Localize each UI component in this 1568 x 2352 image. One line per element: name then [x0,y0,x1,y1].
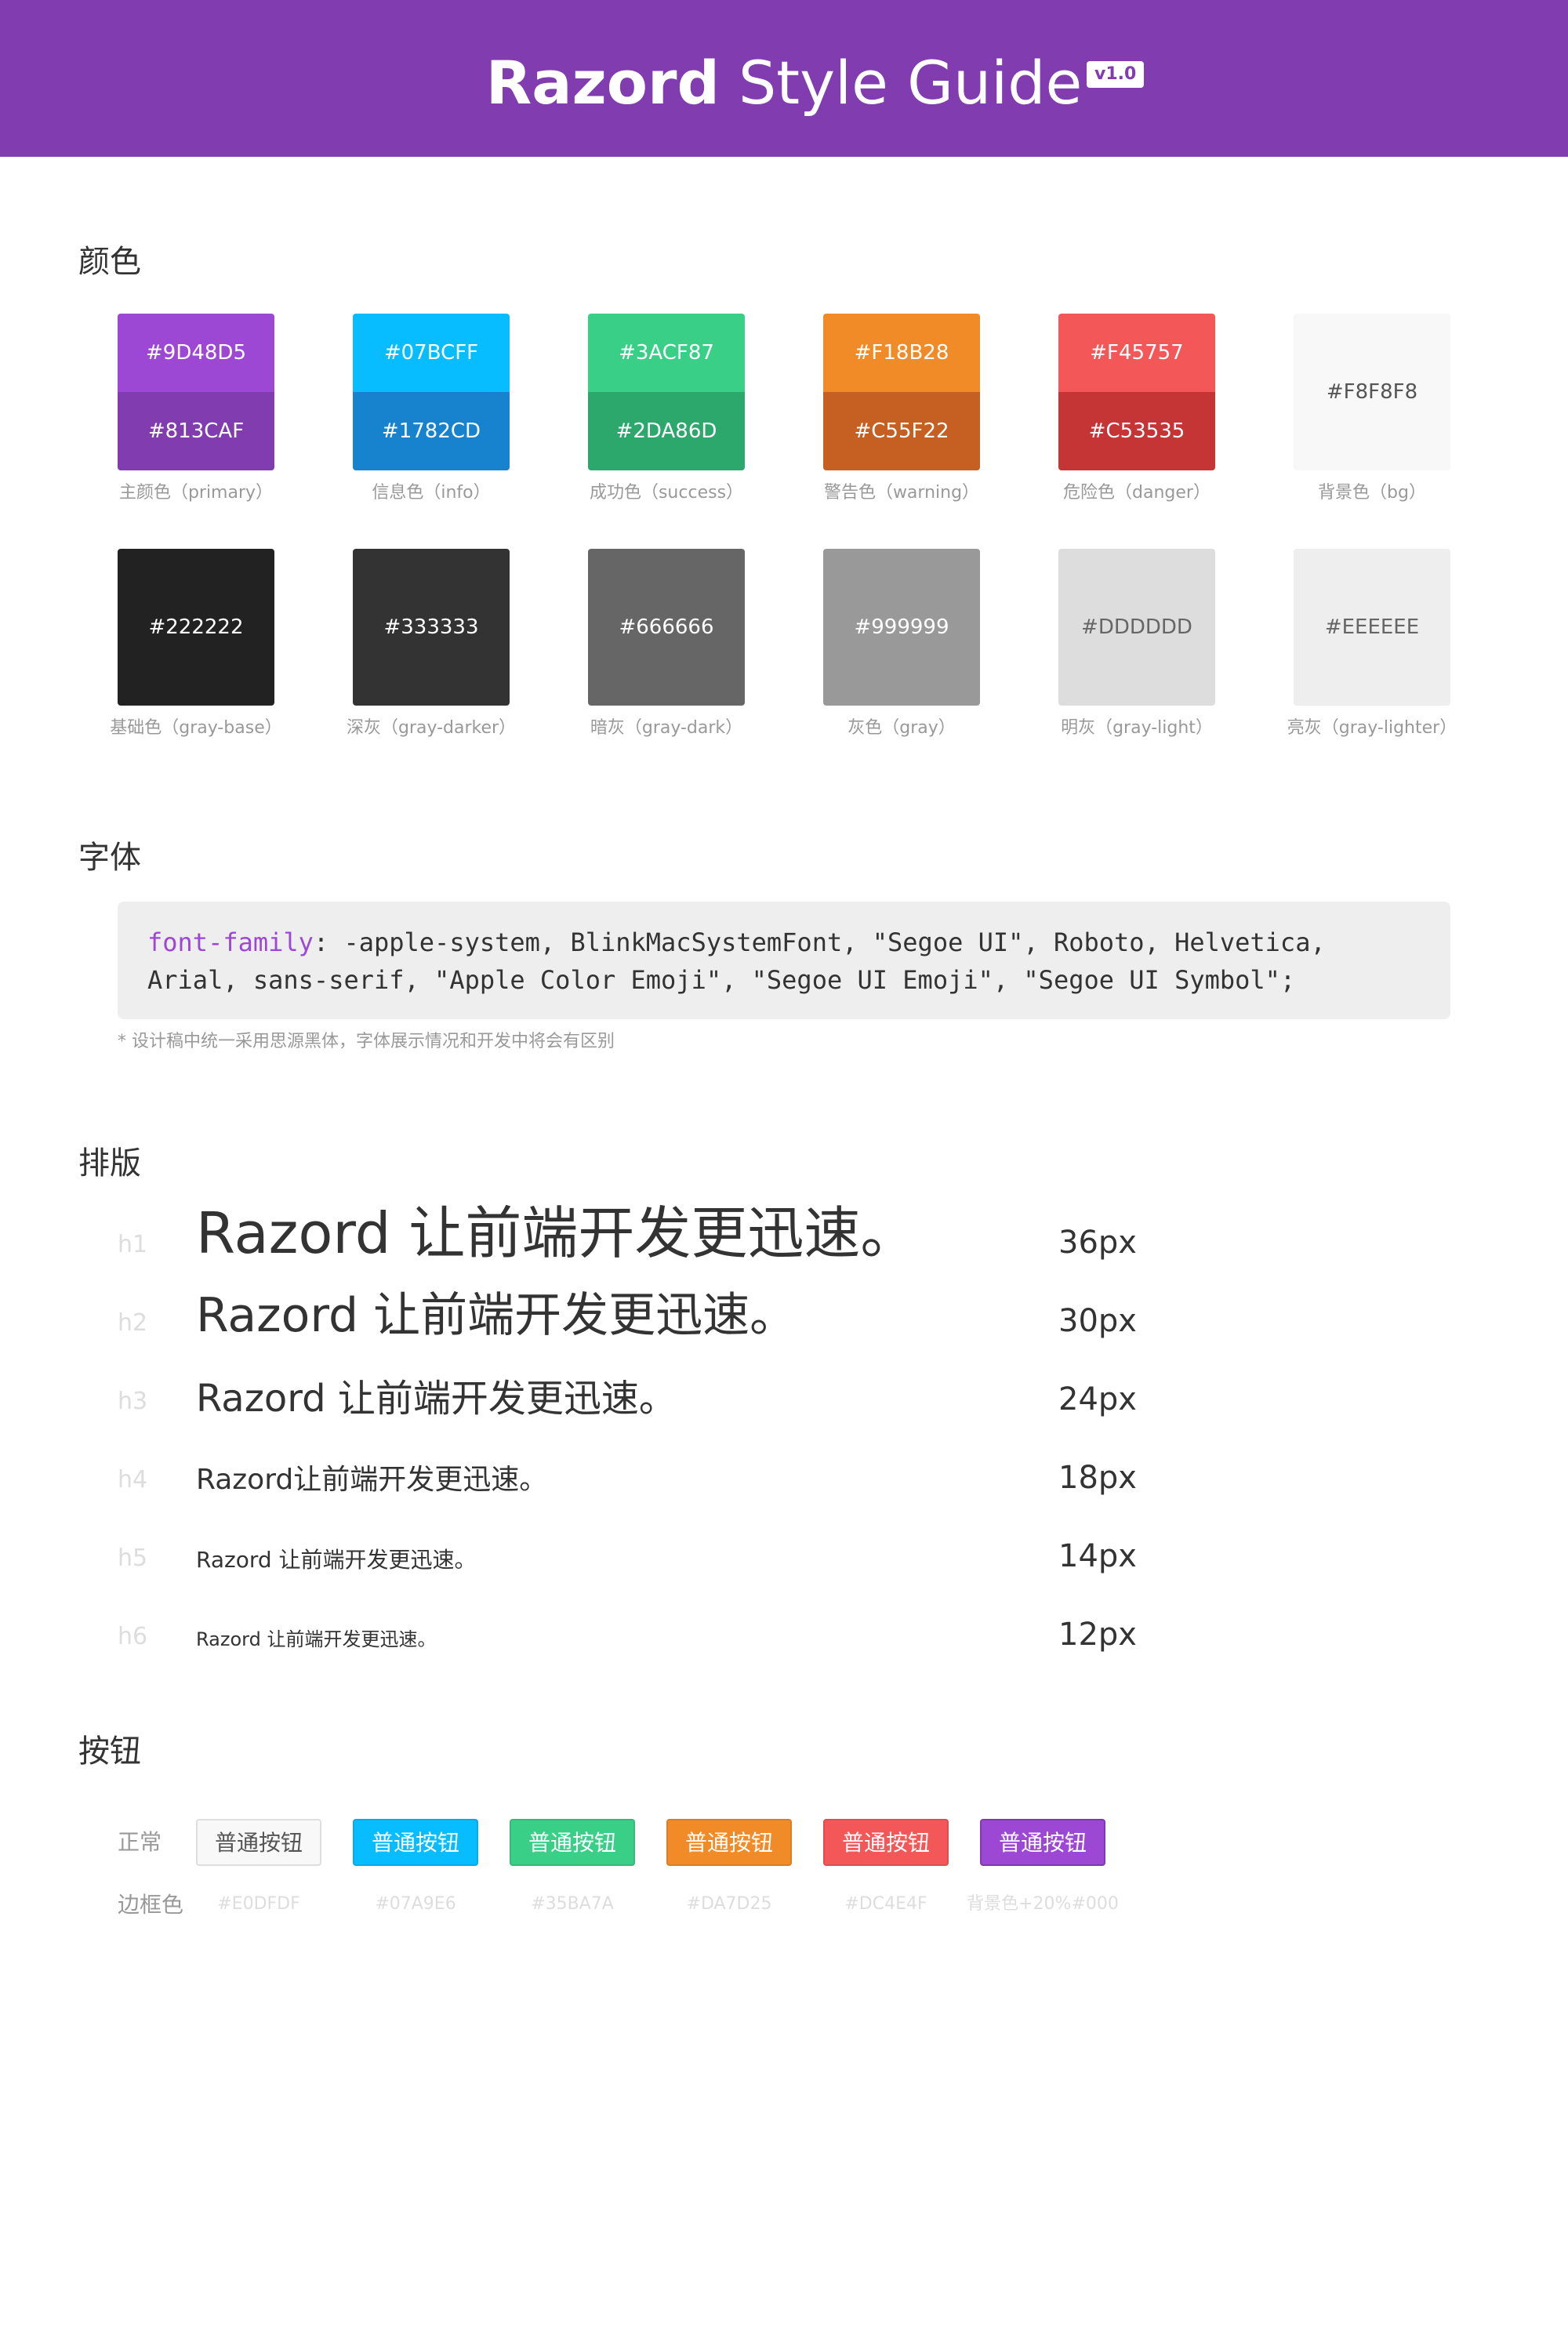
border-row-label: 边框色 [118,1892,184,1918]
warning-button[interactable]: 普通按钮 [666,1819,792,1866]
swatch-caption: 灰色（gray） [848,718,956,738]
swatch-danger: #F45757 #C53535 [1058,314,1215,470]
header-bar: Razord Style Guide v1.0 [0,0,1568,157]
type-size-h2: 30px [1058,1303,1137,1339]
code-line-2: Arial, sans-serif, "Apple Color Emoji", … [147,965,1296,995]
type-sample-h4: Razord让前端开发更迅速。 [196,1464,548,1496]
code-line-1: font-family: -apple-system, BlinkMacSyst… [147,924,1419,961]
typography-section-title: 排版 [78,1145,141,1181]
code-line-1-rest: : -apple-system, BlinkMacSystemFont, "Se… [313,927,1326,957]
swatch-bottom-value: #813CAF [118,392,274,470]
primary-button[interactable]: 普通按钮 [980,1819,1105,1866]
type-label-h2: h2 [118,1309,148,1337]
swatch-top-value: #F18B28 [823,314,980,392]
swatch-top-value: #3ACF87 [588,314,745,392]
swatch-gray-lighter: #EEEEEE [1294,549,1450,706]
colors-section-title: 颜色 [78,244,141,280]
buttons-section-title: 按钮 [78,1733,141,1769]
title-light: Style Guide [739,48,1083,118]
default-button[interactable]: 普通按钮 [196,1819,321,1866]
border-color-label: #DA7D25 [686,1894,772,1914]
swatch-value: #333333 [383,615,479,639]
type-label-h1: h1 [118,1231,148,1258]
type-sample-h6: Razord 让前端开发更迅速。 [196,1628,437,1650]
swatch-gray-base: #222222 [118,549,274,706]
border-color-label: #E0DFDF [217,1894,300,1914]
swatch-info: #07BCFF #1782CD [353,314,510,470]
swatch-value: #222222 [148,615,244,639]
font-note: * 设计稿中统一采用思源黑体，字体展示情况和开发中将会有区别 [118,1032,615,1051]
swatch-bottom-value: #C55F22 [823,392,980,470]
swatch-warning: #F18B28 #C55F22 [823,314,980,470]
font-family-code-block: font-family: -apple-system, BlinkMacSyst… [118,902,1450,1019]
swatch-caption: 基础色（gray-base） [110,718,282,738]
type-size-h3: 24px [1058,1381,1137,1417]
swatch-gray-darker: #333333 [353,549,510,706]
swatch-bottom-value: #C53535 [1058,392,1215,470]
type-label-h4: h4 [118,1466,148,1494]
type-size-h6: 12px [1058,1617,1137,1653]
swatch-value: #EEEEEE [1324,615,1420,639]
border-color-label: #DC4E4F [844,1894,927,1914]
swatch-caption: 暗灰（gray-dark） [590,718,743,738]
border-color-label: #07A9E6 [375,1894,456,1914]
type-sample-h1: Razord 让前端开发更迅速。 [196,1200,917,1266]
border-color-label: 背景色+20%#000 [967,1894,1119,1914]
swatch-value: #DDDDDD [1081,615,1192,639]
type-label-h3: h3 [118,1388,148,1415]
type-label-h5: h5 [118,1544,148,1572]
swatch-value: #666666 [619,615,714,639]
swatch-value: #999999 [854,615,949,639]
info-button[interactable]: 普通按钮 [353,1819,478,1866]
swatch-bg: #F8F8F8 [1294,314,1450,470]
swatch-caption: 亮灰（gray-lighter） [1287,718,1457,738]
swatch-value: #F8F8F8 [1326,380,1418,404]
danger-button[interactable]: 普通按钮 [823,1819,949,1866]
swatch-caption: 危险色（danger） [1063,483,1210,503]
swatch-top-value: #9D48D5 [118,314,274,392]
swatch-primary: #9D48D5 #813CAF [118,314,274,470]
swatch-gray-dark: #666666 [588,549,745,706]
swatch-gray: #999999 [823,549,980,706]
type-size-h1: 36px [1058,1225,1137,1261]
type-sample-h5: Razord 让前端开发更迅速。 [196,1547,477,1573]
swatch-caption: 背景色（bg） [1318,483,1426,503]
swatch-caption: 深灰（gray-darker） [346,718,517,738]
type-size-h4: 18px [1058,1460,1137,1496]
type-sample-h2: Razord 让前端开发更迅速。 [196,1288,797,1343]
swatch-top-value: #07BCFF [353,314,510,392]
type-sample-h3: Razord 让前端开发更迅速。 [196,1377,677,1421]
swatch-bottom-value: #1782CD [353,392,510,470]
success-button[interactable]: 普通按钮 [510,1819,635,1866]
swatch-bottom-value: #2DA86D [588,392,745,470]
swatch-success: #3ACF87 #2DA86D [588,314,745,470]
swatch-caption: 主颜色（primary） [118,483,274,503]
swatch-caption: 成功色（success） [589,483,744,503]
swatch-caption: 明灰（gray-light） [1061,718,1213,738]
font-section-title: 字体 [78,840,141,876]
swatch-gray-light: #DDDDDD [1058,549,1215,706]
title-bold: Razord [485,48,720,118]
code-keyword: font-family [147,927,314,957]
swatch-caption: 信息色（info） [372,483,491,503]
swatch-caption: 警告色（warning） [823,483,980,503]
border-color-label: #35BA7A [531,1894,614,1914]
normal-row-label: 正常 [118,1829,162,1855]
type-label-h6: h6 [118,1623,148,1650]
type-size-h5: 14px [1058,1538,1137,1574]
page-title: Razord Style Guide [0,44,1568,122]
swatch-top-value: #F45757 [1058,314,1215,392]
version-badge: v1.0 [1087,61,1145,88]
